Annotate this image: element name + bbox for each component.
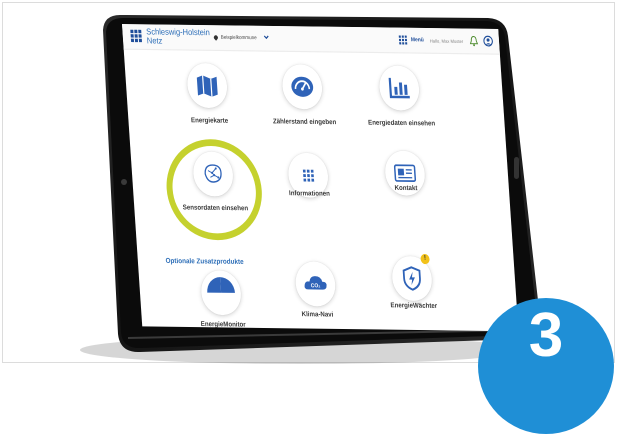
chevron-down-icon[interactable] [263,34,269,41]
product-label: EnergieMonitor [200,320,246,329]
menu-grid-icon[interactable] [398,35,409,45]
pie-icon [207,277,235,293]
co2-cloud-icon: CO₂ [304,276,327,290]
location-selector[interactable]: Beispielkommune [213,34,257,41]
gauge-icon [291,76,314,97]
tile-label: Informationen [288,189,331,198]
user-greeting: Hallo, Max Muster [429,37,464,44]
tile-label: Energiekarte [190,116,229,125]
step-number: 3 [528,301,564,370]
brand-logo-icon[interactable] [130,29,144,44]
co2-text: CO₂ [311,283,322,289]
bell-icon[interactable] [469,35,479,47]
product-label: Klima-Navi [301,310,334,319]
step-number-badge: 3 [478,298,614,434]
tile-circle [199,270,243,316]
tile-label: Zählerstand eingeben [272,117,337,127]
location-label: Beispielkommune [220,34,257,41]
tile-circle [280,64,324,110]
tile-label: Energiedaten einsehen [367,118,436,128]
product-label: EnergieWächter [390,301,438,311]
app-screen: Schleswig-Holstein Netz Beispielkommune … [122,24,519,332]
tile-circle: CO₂ [294,261,337,307]
user-avatar-icon[interactable] [483,35,494,47]
notification-badge: ! [420,253,430,265]
tile-circle [185,62,229,109]
optional-products-heading: Optionale Zusatzprodukte [165,257,244,267]
map-icon [196,75,218,97]
tile-circle [377,65,421,111]
brand-subname: Netz [146,35,163,46]
highlight-ring [163,138,266,241]
location-pin-icon [213,34,219,41]
tile-label: Kontakt [394,184,418,193]
app-header: Schleswig-Holstein Netz Beispielkommune … [122,24,500,55]
menu-button[interactable]: Menü [411,37,424,44]
bar-chart-icon [388,77,410,99]
